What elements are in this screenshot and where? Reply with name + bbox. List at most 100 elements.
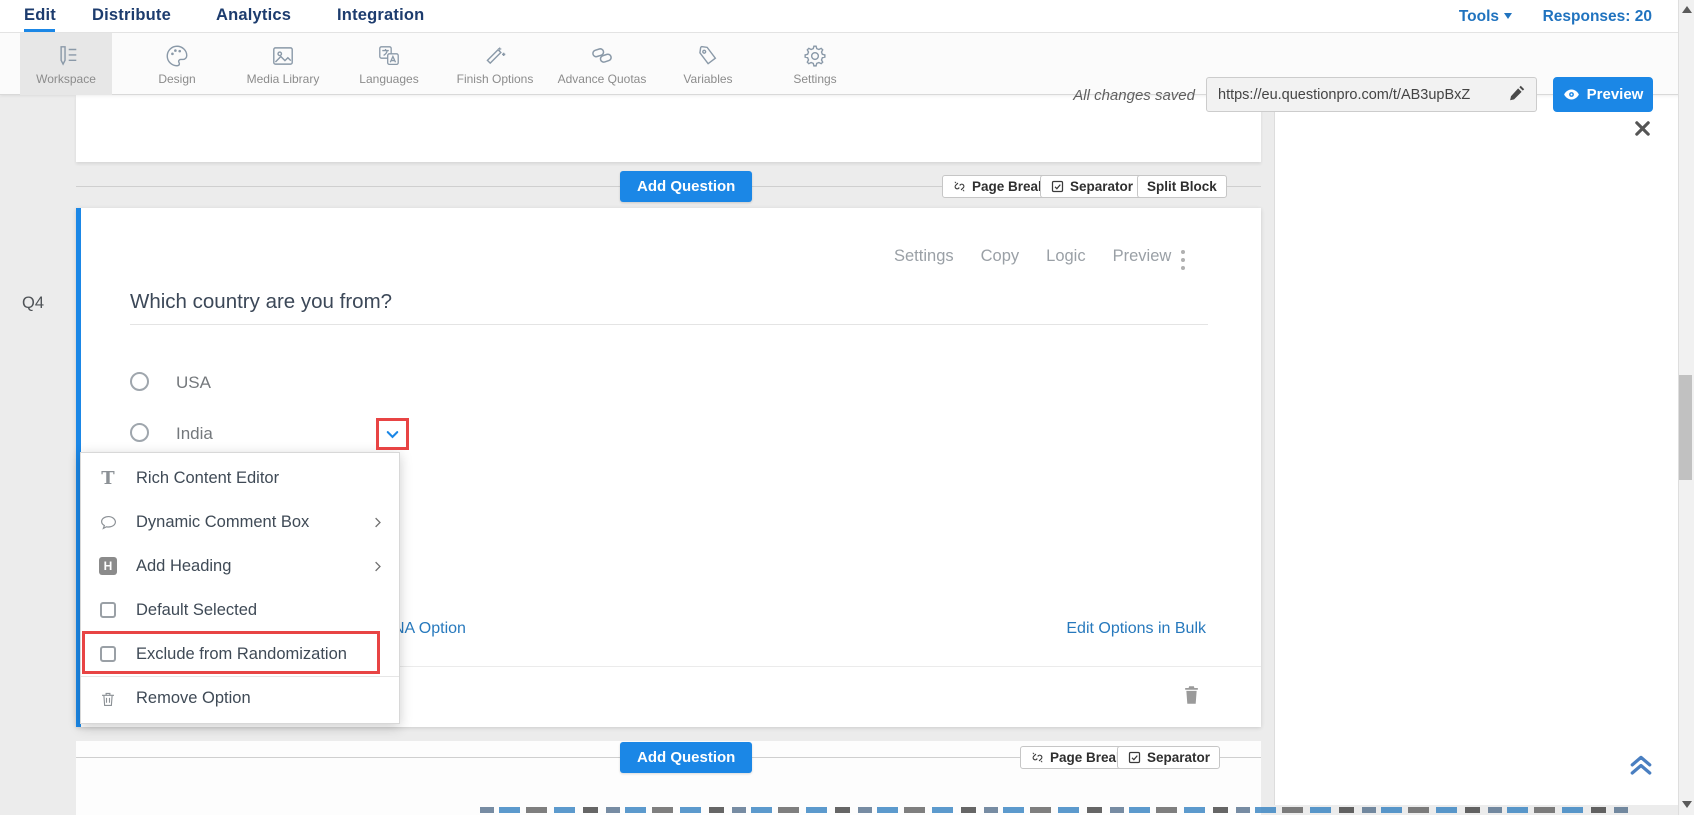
answer-option-india[interactable]: India — [176, 424, 213, 444]
comment-bubble-icon — [96, 513, 120, 532]
delete-question-trash-icon[interactable] — [1182, 684, 1201, 711]
chevron-right-icon — [370, 515, 385, 530]
tag-icon — [695, 42, 721, 69]
survey-url-input[interactable] — [1206, 77, 1537, 112]
active-tab-underline — [24, 29, 55, 32]
checkbox-icon — [96, 646, 120, 662]
scrollbar-thumb[interactable] — [1679, 375, 1692, 480]
toolbar-item-settings[interactable]: Settings — [767, 33, 863, 95]
chevron-down-icon — [383, 425, 402, 444]
radio-option-circle[interactable] — [130, 423, 149, 442]
toolbar-item-media-library[interactable]: Media Library — [235, 33, 331, 95]
translate-icon — [376, 42, 402, 69]
preview-label: Preview — [1586, 86, 1644, 103]
toolbar-label: Settings — [793, 72, 837, 86]
question-settings-link[interactable]: Settings — [894, 247, 954, 266]
tools-menu-button[interactable]: Tools — [1459, 8, 1512, 26]
menu-item-label: Dynamic Comment Box — [136, 512, 310, 531]
page-break-icon — [952, 179, 967, 194]
menu-item-label: Rich Content Editor — [136, 468, 280, 487]
gear-icon — [802, 42, 828, 69]
menu-item-label: Remove Option — [136, 689, 251, 707]
add-question-button-top[interactable]: Add Question — [620, 171, 753, 202]
separator-button-bottom[interactable]: Separator — [1117, 746, 1221, 769]
toolbar-label: Advance Quotas — [557, 72, 647, 86]
tools-label: Tools — [1458, 8, 1499, 25]
text-format-icon — [96, 468, 120, 489]
separator-checkbox-icon — [1127, 750, 1142, 765]
toolbar-label: Languages — [359, 72, 419, 86]
menu-item-default-selected[interactable]: Default Selected — [81, 588, 399, 632]
palette-icon — [164, 42, 190, 69]
questionpro-survey-editor: Edit Distribute Analytics Integration To… — [0, 0, 1694, 815]
heading-icon — [96, 557, 120, 575]
separator-checkbox-icon — [1050, 179, 1065, 194]
toolbar-item-advance-quotas[interactable]: Advance Quotas — [554, 33, 650, 95]
menu-item-exclude-from-randomization[interactable]: Exclude from Randomization — [81, 632, 399, 676]
scrollbar-up-arrow[interactable] — [1682, 6, 1692, 13]
separator-button-top[interactable]: Separator — [1040, 175, 1144, 198]
option-context-menu: Rich Content Editor Dynamic Comment Box … — [80, 452, 400, 724]
question-settings-panel — [1274, 95, 1678, 805]
na-option-link[interactable]: NA Option — [393, 620, 466, 638]
nav-tab-edit[interactable]: Edit — [24, 6, 56, 25]
edit-url-pencil-icon[interactable] — [1508, 85, 1525, 107]
edit-options-in-bulk-link[interactable]: Edit Options in Bulk — [1040, 620, 1206, 638]
toolbar-label: Media Library — [246, 72, 320, 86]
checkbox-icon — [96, 602, 120, 618]
close-panel-icon[interactable] — [1632, 118, 1653, 144]
toolbar-label: Design — [158, 72, 196, 86]
question-number-label: Q4 — [22, 294, 45, 312]
radio-option-circle[interactable] — [130, 372, 149, 391]
question-title[interactable]: Which country are you from? — [130, 290, 392, 314]
nav-tab-integration[interactable]: Integration — [337, 6, 424, 25]
preview-button[interactable]: Preview — [1553, 77, 1653, 112]
image-icon — [270, 42, 296, 69]
nav-tab-analytics[interactable]: Analytics — [216, 6, 291, 25]
toolbar-item-languages[interactable]: Languages — [341, 33, 437, 95]
question-preview-link[interactable]: Preview — [1113, 247, 1172, 266]
toolbar-item-workspace[interactable]: Workspace — [20, 33, 112, 95]
trash-icon — [96, 690, 120, 708]
separator-label: Separator — [1147, 750, 1211, 765]
split-block-label: Split Block — [1147, 179, 1217, 194]
question-copy-link[interactable]: Copy — [981, 247, 1020, 266]
page-break-button-top[interactable]: Page Break — [942, 175, 1056, 198]
menu-item-label: Add Heading — [136, 556, 232, 575]
workspace-icon — [53, 42, 79, 69]
menu-item-label: Exclude from Randomization — [136, 644, 347, 663]
responses-link[interactable]: Responses: 20 — [1543, 8, 1652, 26]
top-nav: Edit Distribute Analytics Integration To… — [0, 0, 1694, 33]
menu-item-remove-option[interactable]: Remove Option — [81, 676, 399, 720]
separator-label: Separator — [1070, 179, 1134, 194]
menu-item-label: Default Selected — [136, 600, 258, 619]
page-break-label: Page Break — [1050, 750, 1124, 765]
menu-item-dynamic-comment-box[interactable]: Dynamic Comment Box — [81, 500, 399, 544]
question-more-menu-icon[interactable] — [1181, 250, 1185, 270]
editor-toolbar: Workspace Design Media Library Languages… — [0, 33, 1694, 112]
scrollbar-down-arrow[interactable] — [1682, 801, 1692, 808]
previous-block-bottom — [76, 95, 1261, 162]
chevron-right-icon — [370, 559, 385, 574]
menu-item-rich-content-editor[interactable]: Rich Content Editor — [81, 456, 399, 500]
split-block-button[interactable]: Split Block — [1137, 175, 1227, 198]
answer-option-usa[interactable]: USA — [176, 373, 211, 393]
toolbar-label: Finish Options — [456, 72, 534, 86]
autosave-status: All changes saved — [1073, 87, 1195, 104]
toolbar-item-finish-options[interactable]: Finish Options — [447, 33, 543, 95]
magic-wand-icon — [482, 42, 508, 69]
double-chevron-up-icon[interactable] — [1626, 748, 1656, 783]
option-menu-trigger[interactable] — [376, 418, 409, 450]
menu-item-add-heading[interactable]: Add Heading — [81, 544, 399, 588]
toolbar-item-variables[interactable]: Variables — [660, 33, 756, 95]
page-break-icon — [1030, 750, 1045, 765]
toolbar-item-design[interactable]: Design — [129, 33, 225, 95]
nav-tab-distribute[interactable]: Distribute — [92, 6, 171, 25]
clipped-next-question-text — [480, 807, 1630, 813]
chevron-down-icon — [1504, 13, 1512, 23]
eye-icon — [1563, 86, 1580, 103]
add-question-button-bottom[interactable]: Add Question — [620, 742, 753, 773]
question-logic-link[interactable]: Logic — [1046, 247, 1085, 266]
question-action-links: Settings Copy Logic Preview — [894, 247, 1171, 266]
page-break-label: Page Break — [972, 179, 1046, 194]
